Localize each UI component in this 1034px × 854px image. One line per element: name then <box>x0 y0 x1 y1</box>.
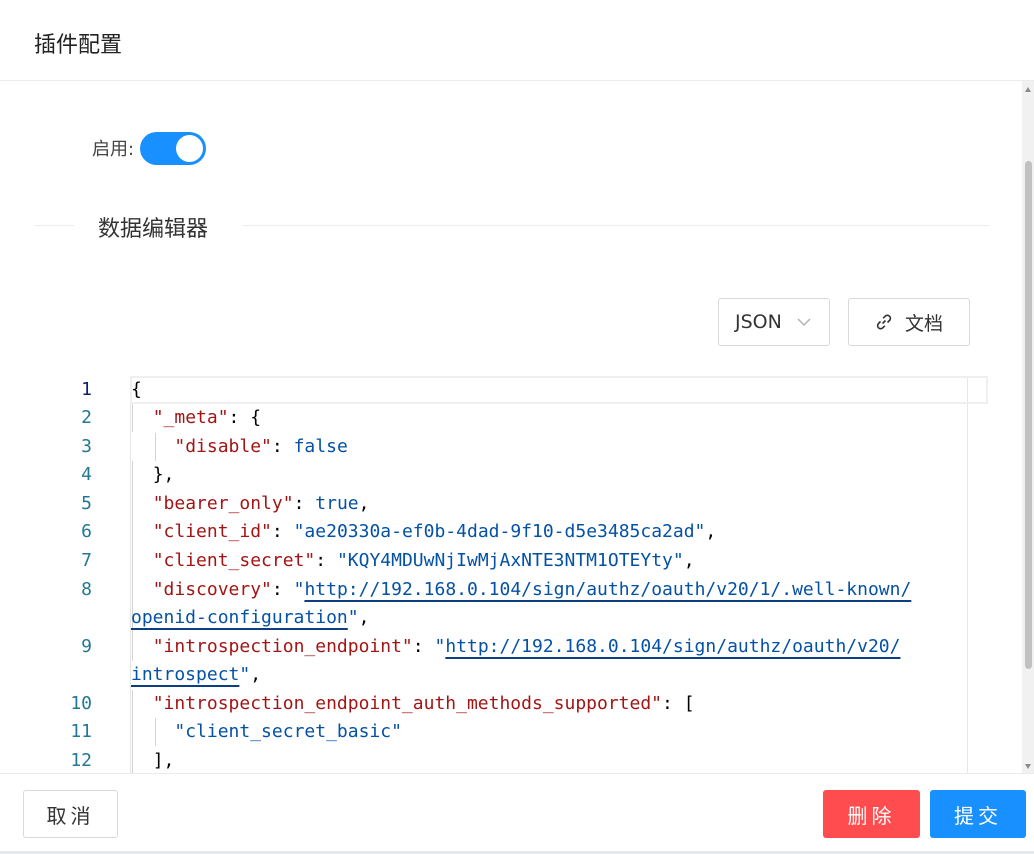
format-select[interactable]: JSON <box>718 298 830 346</box>
submit-button[interactable]: 提交 <box>930 790 1026 838</box>
json-quote: " <box>239 664 251 685</box>
doc-button[interactable]: 文档 <box>848 298 970 346</box>
enable-label: 启用: <box>92 139 135 160</box>
json-punct: , <box>705 521 717 542</box>
current-line-highlight <box>130 376 988 404</box>
scrollbar-thumb[interactable] <box>1025 161 1032 669</box>
json-punct: , <box>358 493 370 514</box>
json-punct: : <box>315 550 337 571</box>
json-punct: ], <box>152 750 175 771</box>
json-punct: : <box>271 579 294 600</box>
json-punct: : <box>412 636 435 657</box>
json-key: "introspection_endpoint" <box>152 636 413 657</box>
json-key: "bearer_only" <box>152 493 294 514</box>
doc-button-label: 文档 <box>904 312 943 335</box>
line-number: 6 <box>81 521 92 542</box>
json-value: "client_secret_basic" <box>174 721 402 742</box>
json-punct: , <box>250 664 262 685</box>
json-key: "_meta" <box>152 407 229 428</box>
json-quote: " <box>434 636 446 657</box>
line-number: 8 <box>81 579 92 600</box>
dialog-title: 插件配置 <box>34 33 123 58</box>
json-value: "KQY4MDUwNjIwMjAxNTE3NTM1OTEYty" <box>336 550 684 571</box>
code-line-10: "introspection_endpoint_auth_methods_sup… <box>131 690 695 718</box>
link-icon <box>875 313 893 331</box>
json-key: "disable" <box>174 436 272 457</box>
json-value: true <box>315 493 359 514</box>
discovery-url-link-cont[interactable]: openid-configuration <box>131 607 348 628</box>
line-number: 2 <box>81 407 92 428</box>
code-editor[interactable]: 1 2 3 4 5 6 7 8 9 10 11 12 { "_meta": { … <box>0 376 1020 773</box>
json-key: "discovery" <box>152 579 272 600</box>
json-punct: : [ <box>662 693 695 714</box>
line-number: 11 <box>70 721 92 742</box>
json-brace: { <box>131 379 142 400</box>
code-line-5: "bearer_only": true, <box>131 490 370 518</box>
json-punct: , <box>358 607 370 628</box>
line-number: 7 <box>81 550 92 571</box>
json-punct: : <box>271 521 294 542</box>
line-number: 9 <box>81 636 92 657</box>
toggle-knob <box>176 134 204 162</box>
line-number-gutter: 1 2 3 4 5 6 7 8 9 10 11 12 <box>0 376 130 773</box>
json-key: "client_secret" <box>152 550 316 571</box>
code-line-9-wrap: introspect", <box>131 661 261 689</box>
line-number: 3 <box>81 436 92 457</box>
scroll-down-arrow-icon[interactable] <box>1025 764 1031 769</box>
enable-toggle[interactable] <box>140 131 207 165</box>
json-quote: " <box>347 607 359 628</box>
line-number: 10 <box>70 693 92 714</box>
section-divider: 数据编辑器 <box>34 210 990 242</box>
code-line-11: "client_secret_basic" <box>131 718 402 746</box>
section-title: 数据编辑器 <box>98 217 209 242</box>
code-line-2: "_meta": { <box>131 404 261 432</box>
code-line-9: "introspection_endpoint": "http://192.16… <box>131 633 901 661</box>
line-number: 4 <box>81 464 92 485</box>
dialog-footer: 取消 删除 提交 <box>0 773 1034 854</box>
chevron-down-icon <box>797 315 811 331</box>
introspection-url-link[interactable]: http://192.168.0.104/sign/authz/oauth/v2… <box>445 636 900 657</box>
json-punct: }, <box>152 464 175 485</box>
divider-line-left <box>34 225 74 226</box>
code-line-7: "client_secret": "KQY4MDUwNjIwMjAxNTE3NT… <box>131 547 695 575</box>
code-line-6: "client_id": "ae20330a-ef0b-4dad-9f10-d5… <box>131 518 717 546</box>
code-line-12: ], <box>131 747 175 773</box>
dialog-header: 插件配置 <box>0 0 1034 81</box>
vertical-scrollbar[interactable] <box>1022 81 1034 773</box>
introspection-url-link-cont[interactable]: introspect <box>131 664 239 685</box>
format-select-value: JSON <box>735 311 782 333</box>
json-quote: " <box>293 579 305 600</box>
json-punct: : <box>293 493 316 514</box>
json-key: "introspection_endpoint_auth_methods_sup… <box>152 693 663 714</box>
code-line-8: "discovery": "http://192.168.0.104/sign/… <box>131 576 912 604</box>
discovery-url-link[interactable]: http://192.168.0.104/sign/authz/oauth/v2… <box>304 579 911 600</box>
line-number: 12 <box>70 750 92 771</box>
line-number: 1 <box>81 379 92 400</box>
enable-row: 启用: <box>92 131 207 165</box>
line-number: 5 <box>81 493 92 514</box>
code-line-3: "disable": false <box>131 433 348 461</box>
json-punct: : { <box>228 407 262 428</box>
delete-button[interactable]: 删除 <box>823 790 920 838</box>
cancel-button[interactable]: 取消 <box>23 790 118 838</box>
json-value: false <box>293 436 348 457</box>
divider-line-right <box>242 225 990 226</box>
code-line-8-wrap: openid-configuration", <box>131 604 369 632</box>
json-key: "client_id" <box>152 521 272 542</box>
scroll-up-arrow-icon[interactable] <box>1025 87 1031 92</box>
json-value: "ae20330a-ef0b-4dad-9f10-d5e3485ca2ad" <box>293 521 706 542</box>
json-punct: , <box>683 550 695 571</box>
code-line-1: { <box>131 376 142 404</box>
json-punct: : <box>271 436 294 457</box>
code-line-4: }, <box>131 461 175 489</box>
